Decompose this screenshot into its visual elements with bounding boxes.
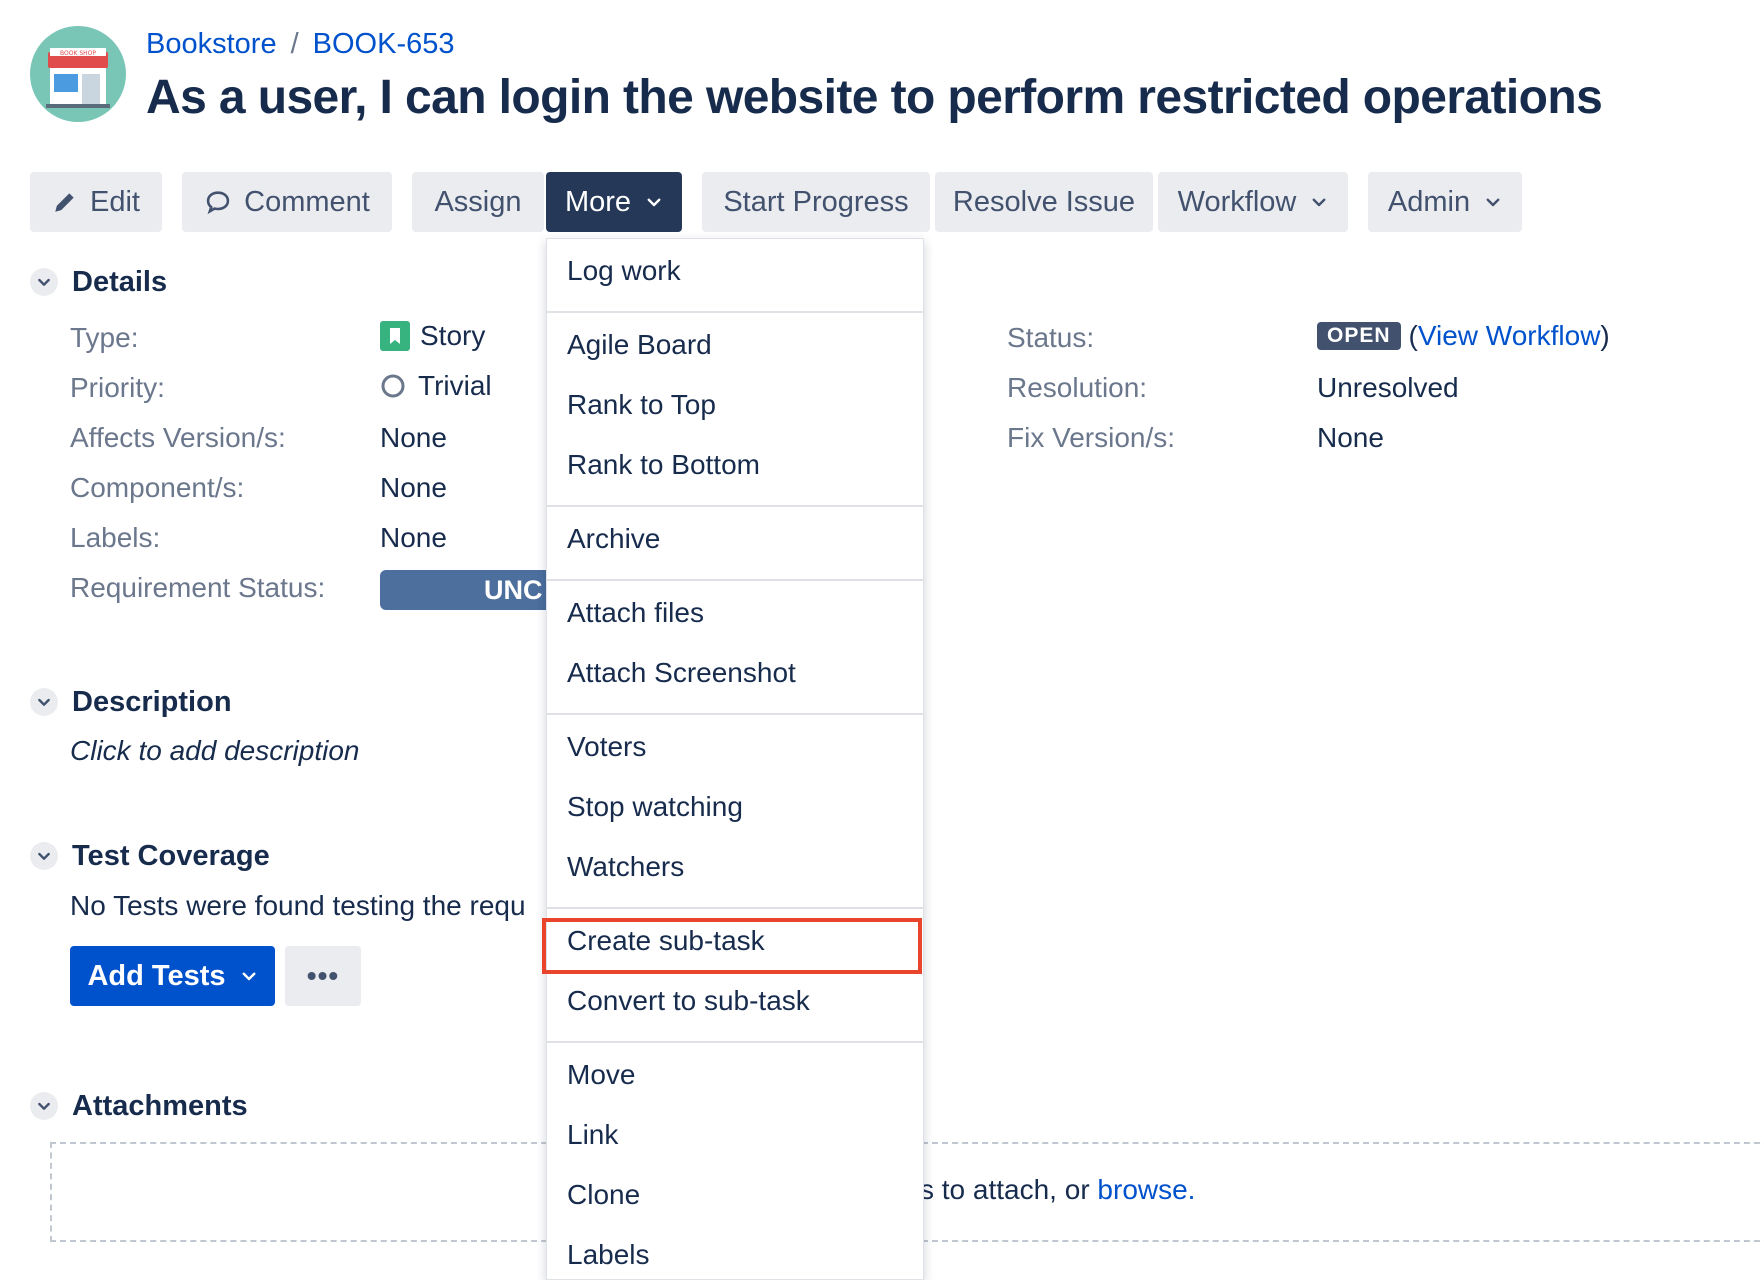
menu-divider: [547, 505, 923, 507]
status-label: Status:: [1007, 322, 1095, 353]
chevron-down-icon: [1310, 193, 1328, 211]
create-sub-task-highlight: [542, 918, 922, 974]
admin-button[interactable]: Admin: [1368, 172, 1522, 232]
menu-item-convert-to-sub-task[interactable]: Convert to sub-task: [567, 985, 810, 1017]
view-workflow-open-paren: (: [1408, 320, 1418, 351]
priority-value[interactable]: Trivial: [380, 370, 492, 402]
story-icon: [380, 321, 410, 351]
edit-button[interactable]: Edit: [30, 172, 162, 232]
menu-item-rank-to-bottom[interactable]: Rank to Bottom: [567, 449, 760, 481]
breadcrumb-separator: /: [290, 28, 299, 60]
menu-divider: [547, 713, 923, 715]
start-progress-button[interactable]: Start Progress: [702, 172, 930, 232]
bookshop-icon: BOOK SHOP: [46, 48, 110, 108]
affects-version-label: Affects Version/s:: [70, 422, 286, 453]
fix-version-label: Fix Version/s:: [1007, 422, 1176, 453]
browse-link[interactable]: browse.: [1097, 1174, 1195, 1205]
type-value[interactable]: Story: [380, 320, 485, 352]
project-avatar[interactable]: BOOK SHOP: [30, 26, 126, 122]
menu-divider: [547, 311, 923, 313]
menu-item-attach-screenshot[interactable]: Attach Screenshot: [567, 657, 796, 689]
details-heading: Details: [72, 265, 168, 298]
chevron-down-icon[interactable]: [30, 268, 58, 296]
test-coverage-heading: Test Coverage: [72, 839, 270, 872]
priority-value-text: Trivial: [418, 370, 492, 401]
attachments-heading: Attachments: [72, 1089, 248, 1122]
workflow-button[interactable]: Workflow: [1158, 172, 1348, 232]
menu-item-log-work[interactable]: Log work: [567, 255, 681, 287]
menu-item-clone[interactable]: Clone: [567, 1179, 640, 1211]
menu-item-agile-board[interactable]: Agile Board: [567, 329, 712, 361]
admin-button-label: Admin: [1387, 185, 1471, 218]
comment-icon: [204, 188, 232, 216]
chevron-down-icon: [1484, 193, 1502, 211]
bookshop-sign: BOOK SHOP: [60, 50, 96, 57]
menu-divider: [547, 579, 923, 581]
more-dropdown-menu: Log work Agile Board Rank to Top Rank to…: [546, 238, 924, 1280]
chevron-down-icon[interactable]: [30, 842, 58, 870]
menu-item-watchers[interactable]: Watchers: [567, 851, 684, 883]
description-heading: Description: [72, 685, 232, 718]
view-workflow-link[interactable]: View Workflow: [1418, 320, 1601, 352]
comment-button-label: Comment: [244, 185, 370, 218]
fix-version-value[interactable]: None: [1317, 422, 1384, 454]
components-label: Component/s:: [70, 472, 245, 503]
breadcrumb-project-link[interactable]: Bookstore: [146, 28, 277, 60]
breadcrumb: Bookstore / BOOK-653: [146, 28, 454, 61]
attachments-section-header[interactable]: Attachments: [30, 1088, 248, 1124]
assign-button[interactable]: Assign: [412, 172, 544, 232]
menu-divider: [547, 907, 923, 909]
description-section-header[interactable]: Description: [30, 684, 232, 720]
dropzone-text-prefix: s to attach, or: [920, 1174, 1098, 1205]
menu-item-voters[interactable]: Voters: [567, 731, 646, 763]
start-progress-label: Start Progress: [723, 185, 909, 218]
more-options-button[interactable]: •••: [285, 946, 361, 1006]
requirement-status-label: Requirement Status:: [70, 572, 326, 603]
chevron-down-icon: [645, 193, 663, 211]
affects-version-value[interactable]: None: [380, 422, 447, 454]
issue-title[interactable]: As a user, I can login the website to pe…: [146, 70, 1603, 125]
labels-value[interactable]: None: [380, 522, 447, 554]
menu-item-rank-to-top[interactable]: Rank to Top: [567, 389, 716, 421]
description-placeholder[interactable]: Click to add description: [70, 735, 359, 767]
labels-label: Labels:: [70, 522, 161, 553]
more-button[interactable]: More: [546, 172, 682, 232]
resolve-issue-button[interactable]: Resolve Issue: [935, 172, 1153, 232]
menu-item-labels[interactable]: Labels: [567, 1239, 650, 1271]
details-section-header[interactable]: Details: [30, 264, 167, 300]
workflow-button-label: Workflow: [1177, 185, 1297, 218]
pencil-icon: [52, 189, 78, 215]
type-value-text: Story: [420, 320, 486, 351]
priority-trivial-icon: [380, 373, 406, 399]
type-label: Type:: [70, 322, 139, 353]
comment-button[interactable]: Comment: [182, 172, 392, 232]
add-tests-label: Add Tests: [87, 959, 226, 992]
dropzone-text: s to attach, or browse.: [920, 1174, 1195, 1206]
status-badge: OPEN: [1317, 322, 1401, 350]
chevron-down-icon[interactable]: [30, 1092, 58, 1120]
status-value: OPEN (View Workflow): [1317, 320, 1610, 352]
chevron-down-icon[interactable]: [30, 688, 58, 716]
menu-item-stop-watching[interactable]: Stop watching: [567, 791, 743, 823]
menu-item-link[interactable]: Link: [567, 1119, 618, 1151]
resolution-label: Resolution:: [1007, 372, 1148, 403]
test-coverage-text: No Tests were found testing the requ: [70, 890, 526, 921]
assign-button-label: Assign: [434, 185, 522, 218]
menu-item-archive[interactable]: Archive: [567, 523, 660, 555]
chevron-down-icon: [240, 967, 258, 985]
menu-divider: [547, 1041, 923, 1043]
breadcrumb-issue-link[interactable]: BOOK-653: [313, 28, 455, 60]
menu-item-attach-files[interactable]: Attach files: [567, 597, 704, 629]
view-workflow-close-paren: ): [1600, 320, 1610, 351]
test-coverage-section-header[interactable]: Test Coverage: [30, 838, 270, 874]
menu-item-move[interactable]: Move: [567, 1059, 635, 1091]
resolve-issue-label: Resolve Issue: [952, 185, 1136, 218]
add-tests-button[interactable]: Add Tests: [70, 946, 275, 1006]
priority-label: Priority:: [70, 372, 165, 403]
more-button-label: More: [564, 185, 632, 218]
edit-button-label: Edit: [90, 185, 140, 218]
resolution-value: Unresolved: [1317, 372, 1459, 403]
components-value[interactable]: None: [380, 472, 447, 504]
